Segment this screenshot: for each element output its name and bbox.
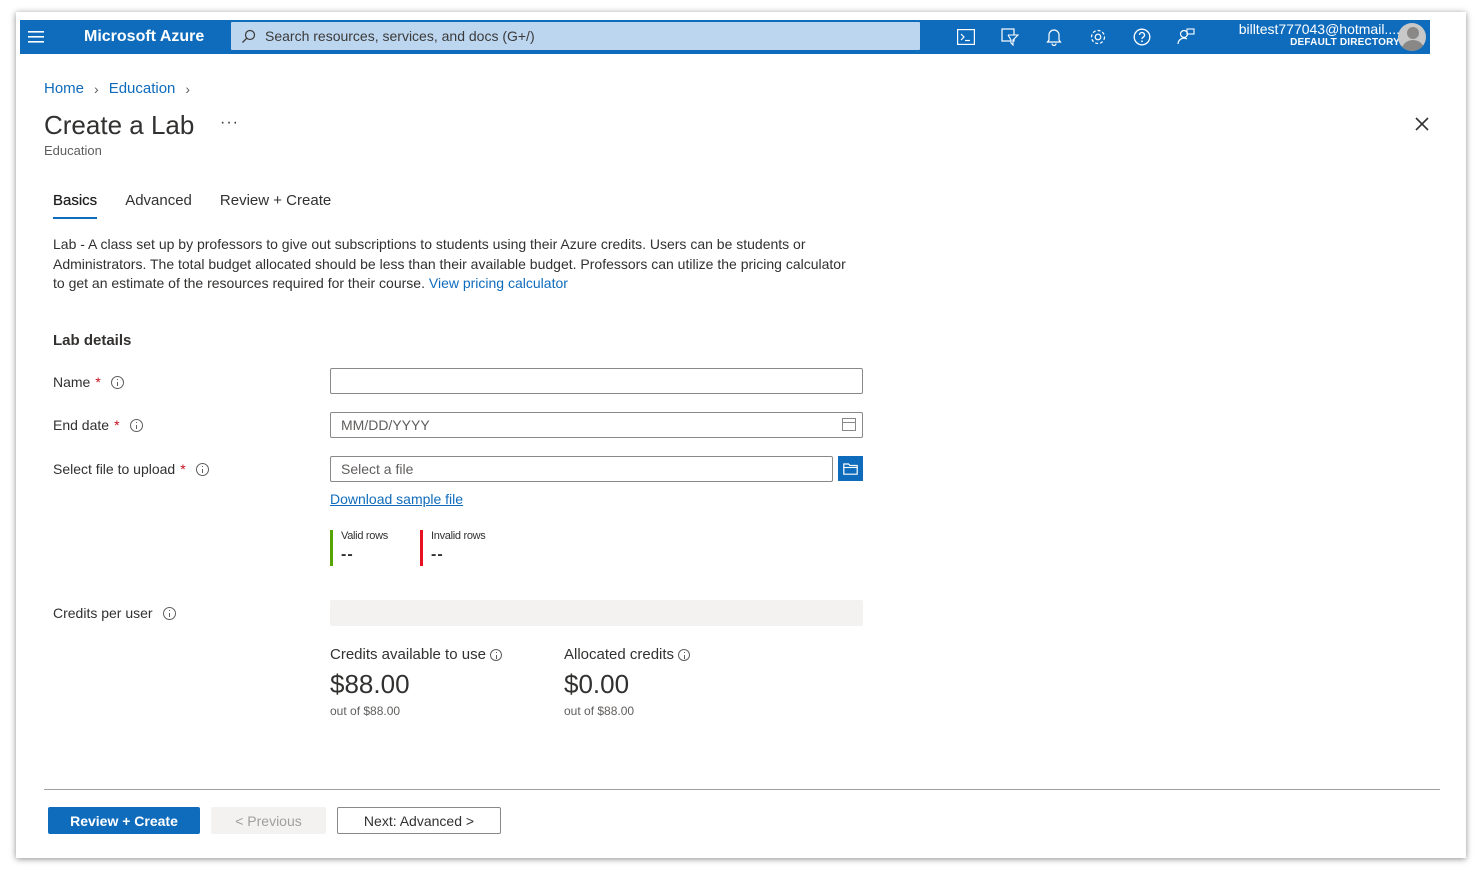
allocated-credits-label: Allocated credits	[564, 646, 675, 663]
name-input[interactable]	[330, 368, 863, 394]
info-icon[interactable]	[489, 648, 502, 661]
file-input[interactable]: Select a file	[330, 456, 833, 482]
invalid-rows-stat: Invalid rows --	[420, 530, 486, 566]
end-date-label: End date *	[53, 417, 143, 433]
account-email: billtest777043@hotmail....	[1238, 21, 1400, 37]
download-sample-link[interactable]: Download sample file	[330, 491, 463, 507]
valid-rows-stat: Valid rows --	[330, 530, 388, 566]
credits-per-user-label-text: Credits per user	[53, 605, 153, 621]
invalid-rows-value: --	[431, 546, 444, 563]
valid-rows-value: --	[341, 546, 354, 563]
tab-list: Basics Advanced Review + Create	[53, 192, 359, 219]
file-upload-label-text: Select file to upload	[53, 461, 176, 477]
search-placeholder: Search resources, services, and docs (G+…	[265, 28, 535, 44]
file-placeholder: Select a file	[341, 461, 414, 477]
end-date-input[interactable]: MM/DD/YYYY	[330, 412, 863, 438]
credits-per-user-label: Credits per user	[53, 605, 176, 621]
account-directory: DEFAULT DIRECTORY	[1290, 37, 1400, 48]
required-marker: *	[114, 417, 120, 433]
brand-link[interactable]: Microsoft Azure	[84, 28, 234, 46]
notifications-icon[interactable]	[1032, 20, 1076, 54]
folder-icon	[843, 462, 858, 475]
file-upload-label: Select file to upload *	[53, 461, 209, 477]
required-marker: *	[180, 461, 186, 477]
pricing-calculator-link[interactable]: View pricing calculator	[429, 275, 568, 291]
breadcrumb: Home › Education ›	[44, 80, 200, 97]
directory-filter-icon[interactable]	[988, 20, 1032, 54]
search-icon	[241, 28, 257, 44]
page-subtitle: Education	[44, 143, 102, 158]
end-date-placeholder: MM/DD/YYYY	[341, 417, 430, 433]
credits-available-sub: out of $88.00	[330, 704, 401, 718]
info-icon[interactable]	[110, 375, 124, 389]
azure-top-bar: Microsoft Azure Search resources, servic…	[20, 20, 1430, 54]
breadcrumb-education[interactable]: Education	[109, 80, 176, 97]
help-icon[interactable]	[1120, 20, 1164, 54]
settings-icon[interactable]	[1076, 20, 1120, 54]
hamburger-menu-icon[interactable]	[24, 20, 48, 54]
name-label: Name *	[53, 374, 124, 390]
name-label-text: Name	[53, 374, 91, 390]
info-icon[interactable]	[129, 418, 143, 432]
close-icon	[1415, 117, 1429, 131]
allocated-credits-block: Allocated credits $0.00 out of $88.00	[564, 646, 691, 718]
credits-available-value: $88.00	[330, 669, 410, 699]
chevron-right-icon: ›	[94, 80, 99, 97]
close-button[interactable]	[1412, 114, 1434, 136]
allocated-credits-sub: out of $88.00	[564, 704, 635, 718]
credits-available-block: Credits available to use $88.00 out of $…	[330, 646, 502, 718]
valid-rows-label: Valid rows	[341, 530, 388, 542]
next-advanced-button[interactable]: Next: Advanced >	[337, 807, 501, 834]
section-title: Lab details	[53, 332, 132, 349]
global-search-input[interactable]: Search resources, services, and docs (G+…	[231, 22, 920, 50]
info-icon[interactable]	[678, 648, 691, 661]
more-options-button[interactable]: ···	[220, 114, 239, 132]
browse-file-button[interactable]	[838, 456, 863, 481]
info-icon[interactable]	[162, 606, 176, 620]
breadcrumb-home[interactable]: Home	[44, 80, 84, 97]
credits-available-label: Credits available to use	[330, 646, 486, 663]
review-create-button[interactable]: Review + Create	[48, 807, 200, 834]
avatar[interactable]	[1398, 23, 1426, 51]
tab-review-create[interactable]: Review + Create	[220, 192, 331, 219]
invalid-rows-label: Invalid rows	[431, 530, 486, 542]
account-menu[interactable]: billtest777043@hotmail.... DEFAULT DIREC…	[1239, 21, 1400, 49]
calendar-icon[interactable]	[842, 418, 856, 431]
previous-button[interactable]: < Previous	[211, 807, 326, 834]
page-title: Create a Lab	[44, 110, 195, 140]
description: Lab - A class set up by professors to gi…	[53, 235, 853, 294]
allocated-credits-value: $0.00	[564, 669, 630, 699]
required-marker: *	[95, 374, 101, 390]
feedback-icon[interactable]	[1164, 20, 1208, 54]
chevron-right-icon: ›	[185, 80, 191, 97]
credits-per-user-input	[330, 600, 863, 626]
footer-divider	[44, 789, 1440, 790]
end-date-label-text: End date	[53, 417, 110, 433]
tab-basics[interactable]: Basics	[53, 192, 98, 219]
info-icon[interactable]	[195, 462, 209, 476]
tab-advanced[interactable]: Advanced	[125, 192, 192, 219]
cloud-shell-icon[interactable]	[944, 20, 988, 54]
